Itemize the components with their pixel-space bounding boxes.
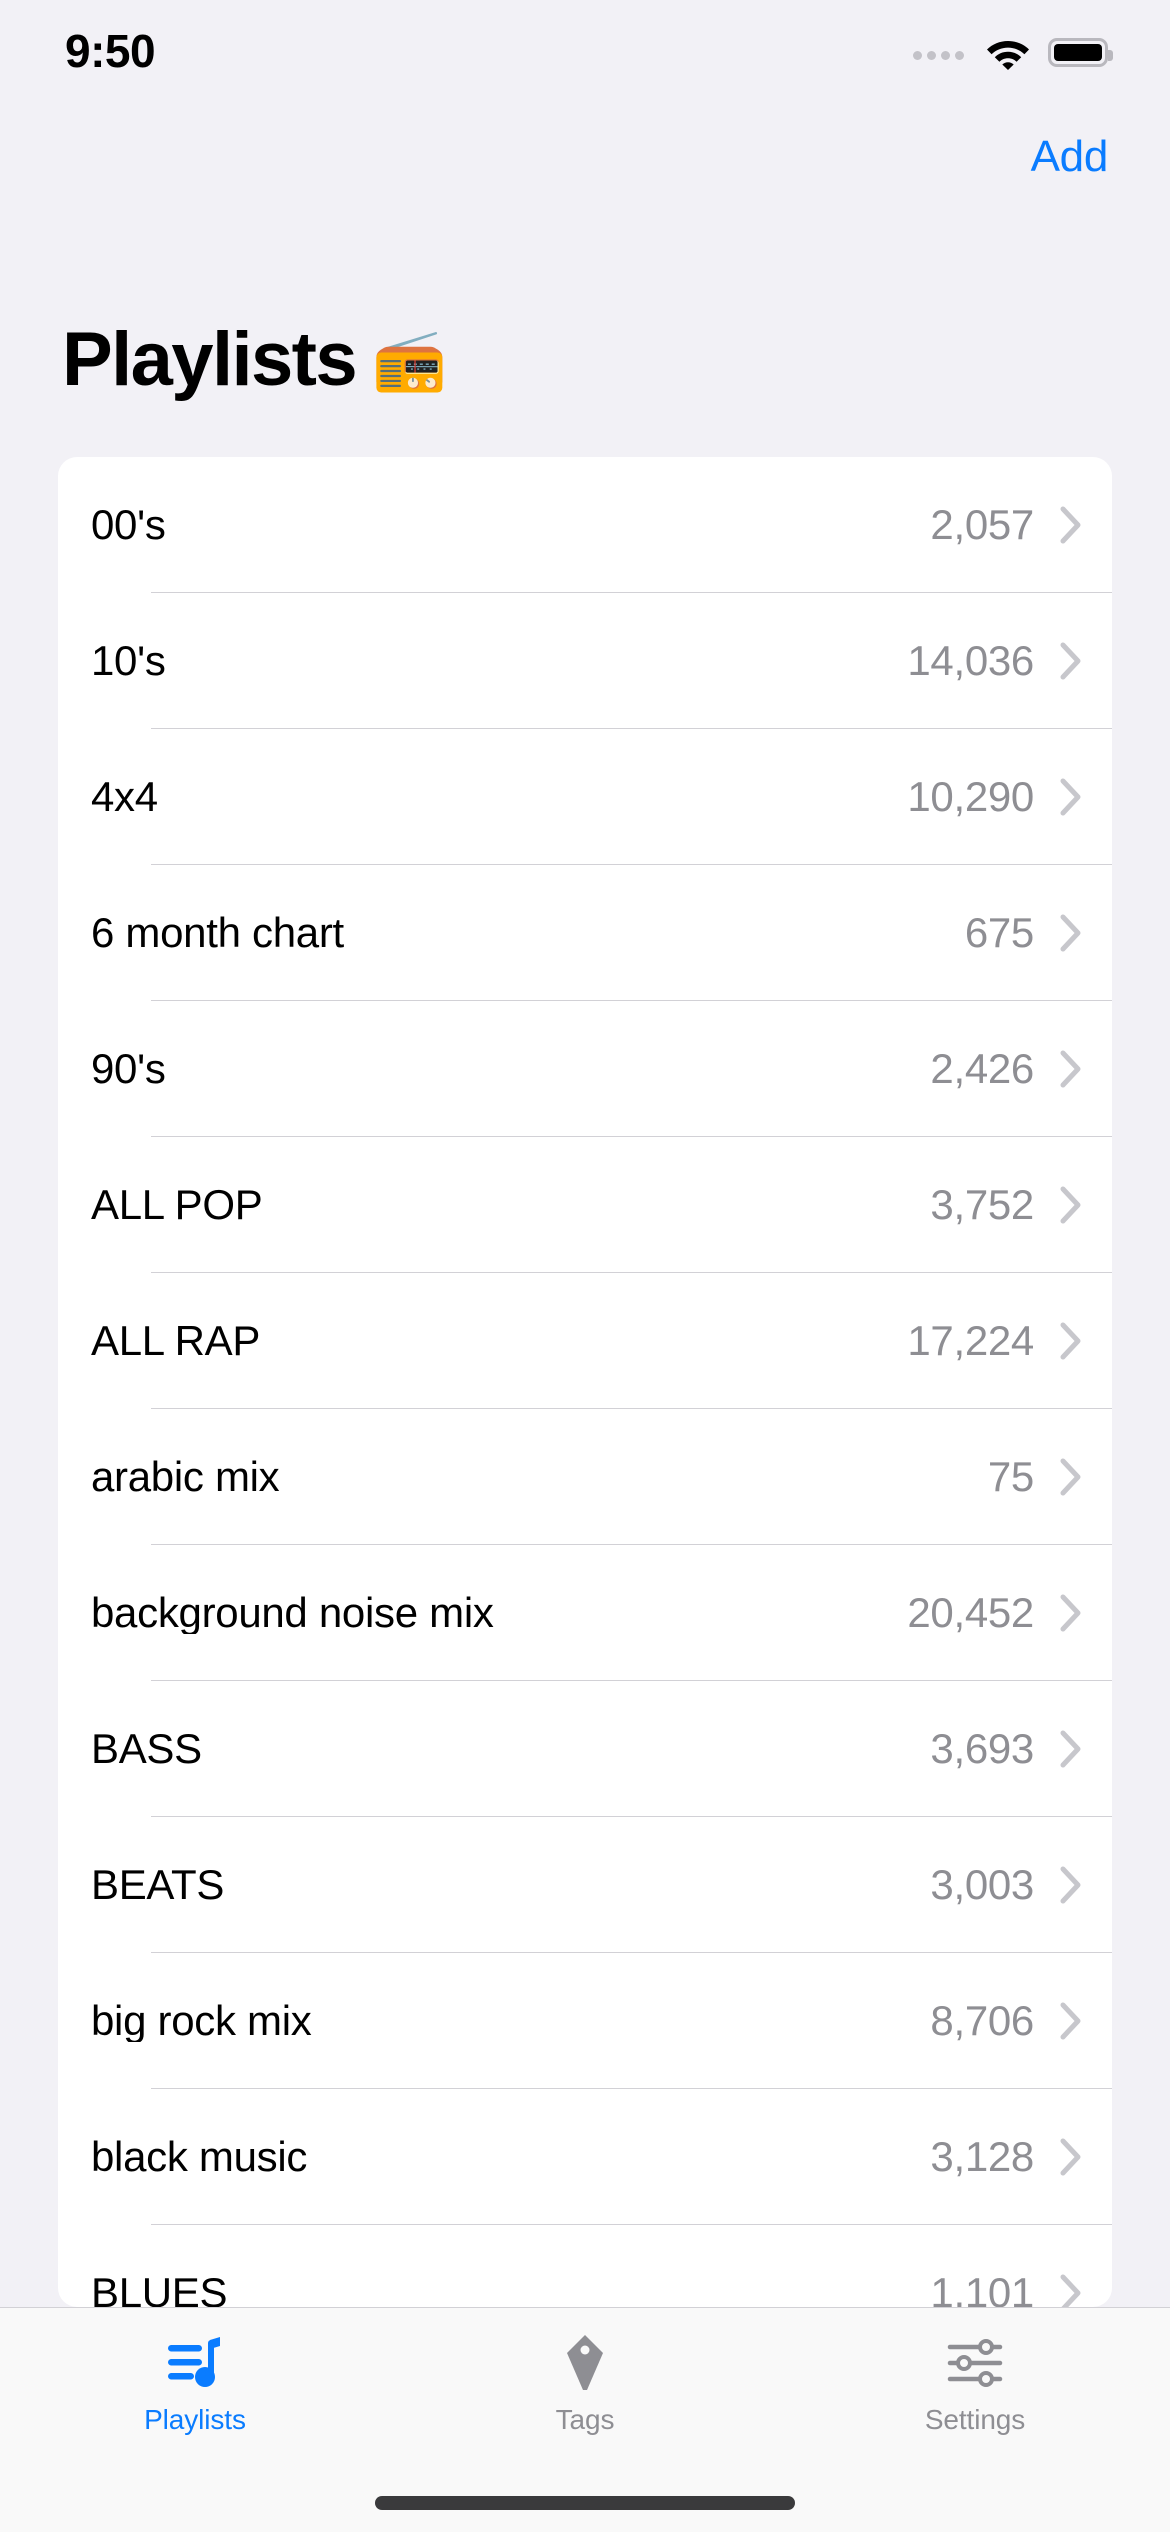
chevron-right-icon	[1060, 2138, 1081, 2176]
playlist-row[interactable]: arabic mix 75	[58, 1409, 1112, 1545]
tab-playlists[interactable]: Playlists	[0, 2308, 390, 2434]
chevron-right-icon	[1060, 1730, 1081, 1768]
tab-playlists-label: Playlists	[144, 2404, 246, 2435]
navigation-bar: Add	[0, 100, 1170, 220]
playlist-row[interactable]: 00's 2,057	[58, 457, 1112, 593]
tab-bar: Playlists Tags Settings	[0, 2307, 1170, 2532]
playlist-list: 00's 2,057 10's 14,036 4x4 10,290 6 month char…	[58, 457, 1112, 2307]
playlist-name: 10's	[91, 640, 166, 682]
chevron-right-icon	[1060, 778, 1081, 816]
playlist-name: BASS	[91, 1728, 202, 1770]
page-title: Playlists 📻	[62, 322, 447, 398]
playlist-name: big rock mix	[91, 2000, 312, 2042]
playlist-row[interactable]: ALL POP 3,752	[58, 1137, 1112, 1273]
chevron-right-icon	[1060, 1458, 1081, 1496]
add-button[interactable]: Add	[1031, 135, 1109, 179]
playlist-track-count: 3,128	[930, 2133, 1034, 2180]
chevron-right-icon	[1060, 1186, 1081, 1224]
playlist-track-count: 2,057	[930, 501, 1034, 548]
chevron-right-icon	[1060, 2274, 1081, 2307]
app-screen: 9:50 Add Playlists 📻 00's 2,057 10's 14,036…	[0, 0, 1170, 2532]
playlist-track-count: 675	[964, 909, 1034, 956]
playlist-track-count: 17,224	[907, 1317, 1034, 1364]
playlist-row[interactable]: 10's 14,036	[58, 593, 1112, 729]
playlist-track-count: 3,003	[930, 1861, 1034, 1908]
music-note-list-icon	[164, 2330, 226, 2396]
playlist-name: arabic mix	[91, 1456, 280, 1498]
battery-icon	[1048, 37, 1113, 67]
playlist-row[interactable]: ALL RAP 17,224	[58, 1273, 1112, 1409]
playlist-track-count: 10,290	[907, 773, 1034, 820]
playlist-track-count: 75	[987, 1453, 1034, 1500]
playlist-track-count: 20,452	[907, 1589, 1034, 1636]
chevron-right-icon	[1060, 1050, 1081, 1088]
page-title-text: Playlists	[62, 317, 358, 402]
playlist-name: ALL POP	[91, 1184, 263, 1226]
status-bar: 9:50	[0, 0, 1170, 100]
playlist-row[interactable]: BASS 3,693	[58, 1681, 1112, 1817]
playlist-name: 00's	[91, 504, 166, 546]
playlist-track-count: 14,036	[907, 637, 1034, 684]
tab-settings[interactable]: Settings	[780, 2308, 1170, 2434]
playlist-name: ALL RAP	[91, 1320, 261, 1362]
playlist-name: 4x4	[91, 776, 158, 818]
chevron-right-icon	[1060, 2002, 1081, 2040]
playlist-track-count: 3,693	[930, 1725, 1034, 1772]
chevron-right-icon	[1060, 1594, 1081, 1632]
sliders-icon	[944, 2330, 1006, 2396]
home-indicator[interactable]	[375, 2496, 795, 2510]
playlist-track-count: 3,752	[930, 1181, 1034, 1228]
playlist-name: 6 month chart	[91, 912, 344, 954]
tag-icon	[554, 2330, 616, 2396]
chevron-right-icon	[1060, 1866, 1081, 1904]
signal-dots-icon	[913, 44, 964, 60]
playlist-row[interactable]: BLUES 1,101	[58, 2225, 1112, 2307]
playlist-track-count: 8,706	[930, 1997, 1034, 2044]
chevron-right-icon	[1060, 506, 1081, 544]
playlist-row[interactable]: 90's 2,426	[58, 1001, 1112, 1137]
playlist-row[interactable]: 4x4 10,290	[58, 729, 1112, 865]
playlist-name: 90's	[91, 1048, 166, 1090]
tab-tags-label: Tags	[555, 2404, 615, 2435]
playlist-row[interactable]: big rock mix 8,706	[58, 1953, 1112, 2089]
playlist-track-count: 1,101	[930, 2269, 1034, 2308]
playlist-row[interactable]: black music 3,128	[58, 2089, 1112, 2225]
playlist-name: background noise mix	[91, 1592, 494, 1634]
chevron-right-icon	[1060, 1322, 1081, 1360]
playlist-track-count: 2,426	[930, 1045, 1034, 1092]
playlist-row[interactable]: BEATS 3,003	[58, 1817, 1112, 1953]
playlist-name: black music	[91, 2136, 308, 2178]
wifi-icon	[987, 41, 1029, 70]
playlist-name: BLUES	[91, 2272, 228, 2307]
playlist-row[interactable]: 6 month chart 675	[58, 865, 1112, 1001]
playlist-name: BEATS	[91, 1864, 225, 1906]
playlist-row[interactable]: background noise mix 20,452	[58, 1545, 1112, 1681]
radio-emoji-icon: 📻	[372, 326, 447, 393]
tab-settings-label: Settings	[924, 2404, 1026, 2435]
status-bar-indicators	[913, 30, 1113, 74]
chevron-right-icon	[1060, 914, 1081, 952]
tab-tags[interactable]: Tags	[390, 2308, 780, 2434]
status-bar-time: 9:50	[65, 25, 156, 77]
chevron-right-icon	[1060, 642, 1081, 680]
